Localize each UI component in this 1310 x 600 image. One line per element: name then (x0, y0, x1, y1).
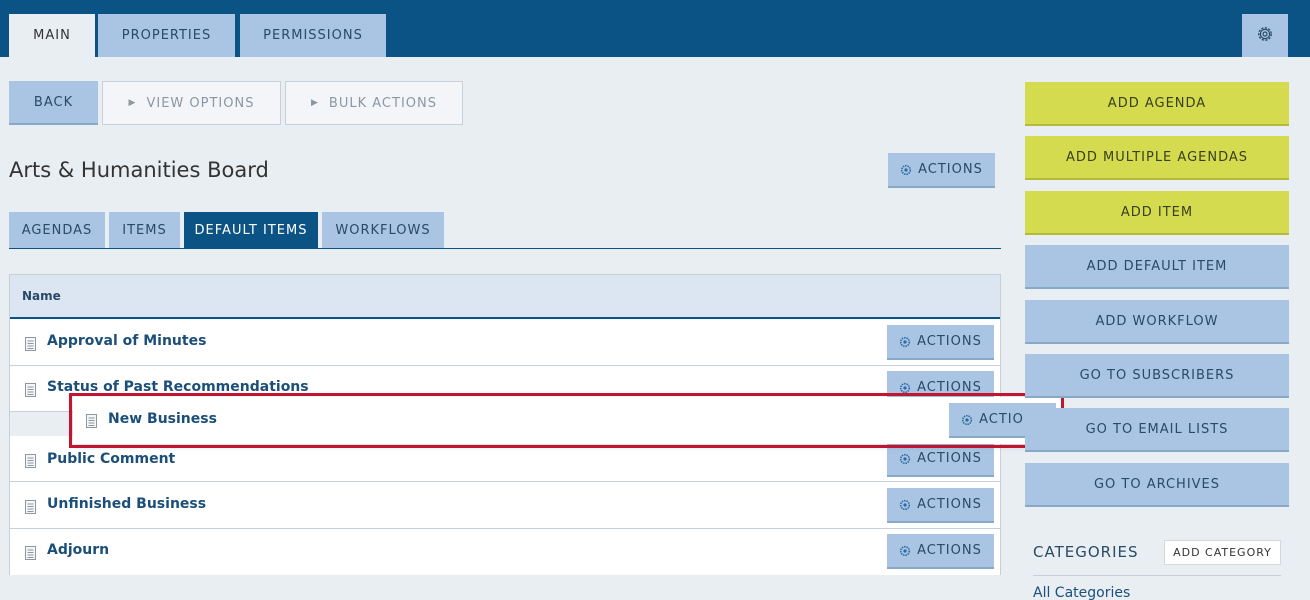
view-options-label: VIEW OPTIONS (146, 95, 255, 111)
item-name-link[interactable]: Adjourn (47, 542, 109, 558)
back-button[interactable]: BACK (9, 81, 98, 125)
item-name-link[interactable]: Status of Past Recommendations (47, 379, 309, 395)
gear-icon (899, 336, 911, 348)
add-multiple-agendas-button[interactable]: ADD MULTIPLE AGENDAS (1025, 136, 1289, 180)
document-icon (25, 499, 36, 518)
row-actions-button[interactable]: ACTIONS (887, 488, 994, 523)
tab-agendas[interactable]: AGENDAS (9, 212, 105, 249)
gear-icon (899, 499, 911, 511)
bulk-actions-label: BULK ACTIONS (328, 95, 437, 111)
tab-items[interactable]: ITEMS (109, 212, 180, 249)
document-icon (25, 545, 36, 564)
go-to-archives-button[interactable]: GO TO ARCHIVES (1025, 463, 1289, 507)
bulk-actions-button[interactable]: ▶ BULK ACTIONS (285, 81, 463, 125)
triangle-right-icon: ▶ (128, 98, 137, 108)
add-default-item-button[interactable]: ADD DEFAULT ITEM (1025, 245, 1289, 289)
item-name-link[interactable]: New Business (108, 411, 217, 427)
tab-main[interactable]: MAIN (9, 14, 95, 57)
settings-button[interactable] (1242, 14, 1288, 57)
row-actions-button[interactable]: ACTIONS (887, 325, 994, 360)
row-actions-button[interactable]: ACTIONS (887, 534, 994, 569)
gear-icon (899, 382, 911, 394)
actions-label: ACTIONS (917, 543, 982, 558)
table-row[interactable]: Unfinished Business ACTIONS (10, 483, 1000, 529)
categories-heading: CATEGORIES (1033, 543, 1139, 561)
tab-divider (9, 248, 1001, 249)
triangle-right-icon: ▶ (311, 98, 319, 108)
document-icon (25, 382, 36, 401)
actions-label: ACTIONS (917, 334, 982, 349)
actions-label: ACTIONS (917, 497, 982, 512)
gear-icon (899, 453, 911, 465)
actions-label: ACTIONS (917, 380, 982, 395)
all-categories-link[interactable]: All Categories (1033, 585, 1130, 600)
add-category-button[interactable]: ADD CATEGORY (1164, 540, 1281, 565)
document-icon (25, 336, 36, 355)
gear-icon (961, 414, 973, 426)
add-workflow-button[interactable]: ADD WORKFLOW (1025, 300, 1289, 344)
gear-icon (899, 545, 911, 557)
document-icon (25, 453, 36, 472)
table-row[interactable]: Adjourn ACTIONS (10, 529, 1000, 575)
board-actions-button[interactable]: ACTIONS (888, 153, 995, 188)
view-options-button[interactable]: ▶ VIEW OPTIONS (102, 81, 281, 125)
item-name-link[interactable]: Public Comment (47, 451, 175, 467)
categories-divider (1033, 575, 1281, 576)
gear-icon (900, 164, 912, 176)
actions-label: ACTIONS (918, 162, 983, 177)
item-name-link[interactable]: Approval of Minutes (47, 333, 206, 349)
go-to-subscribers-button[interactable]: GO TO SUBSCRIBERS (1025, 354, 1289, 398)
table-row[interactable]: Approval of Minutes ACTIONS (10, 320, 1000, 366)
row-actions-button[interactable]: ACTIONS (887, 442, 994, 477)
actions-label: ACTIONS (917, 451, 982, 466)
column-header-name[interactable]: Name (10, 275, 1000, 319)
go-to-email-lists-button[interactable]: GO TO EMAIL LISTS (1025, 408, 1289, 452)
item-name-link[interactable]: Unfinished Business (47, 496, 206, 512)
gear-icon (1255, 24, 1275, 48)
document-icon (86, 413, 97, 432)
tab-workflows[interactable]: WORKFLOWS (322, 212, 444, 249)
dragging-row[interactable]: New Business ACTIONS (73, 397, 1061, 444)
page-title: Arts & Humanities Board (9, 158, 269, 182)
tab-properties[interactable]: PROPERTIES (98, 14, 235, 57)
tab-default-items[interactable]: DEFAULT ITEMS (184, 212, 318, 249)
tab-permissions[interactable]: PERMISSIONS (240, 14, 386, 57)
add-agenda-button[interactable]: ADD AGENDA (1025, 82, 1289, 126)
add-item-button[interactable]: ADD ITEM (1025, 191, 1289, 235)
